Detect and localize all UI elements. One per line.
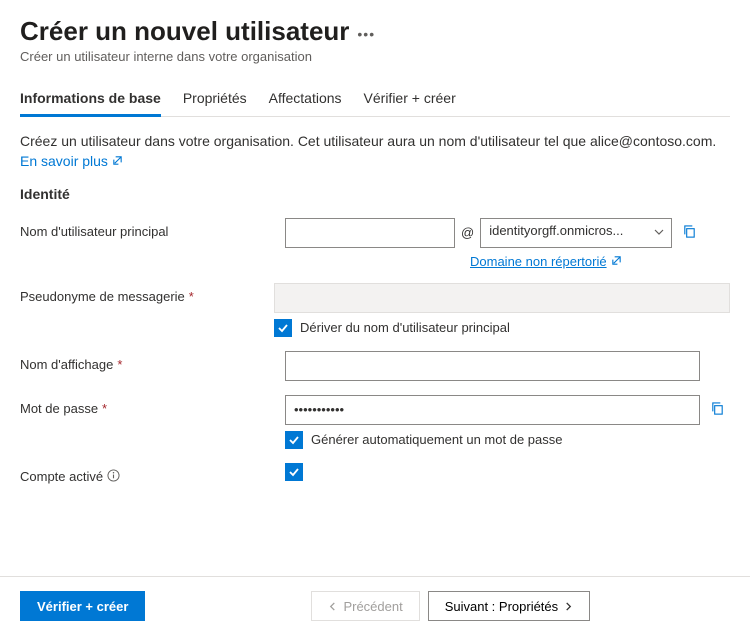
section-identity: Identité <box>20 186 730 202</box>
external-link-icon <box>611 254 622 269</box>
upn-label: Nom d'utilisateur principal <box>20 218 285 239</box>
footer-bar: Vérifier + créer Précédent Suivant : Pro… <box>0 576 750 635</box>
mailnick-derive-label: Dériver du nom d'utilisateur principal <box>300 320 510 335</box>
displayname-label: Nom d'affichage <box>20 357 113 372</box>
mailnick-label: Pseudonyme de messagerie <box>20 289 185 304</box>
chevron-right-icon <box>564 599 573 614</box>
previous-button: Précédent <box>311 591 419 621</box>
password-autogen-checkbox[interactable] <box>285 431 303 449</box>
tab-review[interactable]: Vérifier + créer <box>364 82 456 116</box>
domain-select[interactable]: identityorgff.onmicros... <box>480 218 672 248</box>
tab-bar: Informations de base Propriétés Affectat… <box>20 82 730 117</box>
domain-not-listed-label: Domaine non répertorié <box>470 254 607 269</box>
tab-basics[interactable]: Informations de base <box>20 82 161 116</box>
next-label: Suivant : Propriétés <box>445 599 558 614</box>
copy-password-button[interactable] <box>706 397 729 423</box>
required-asterisk: * <box>117 357 122 372</box>
upn-input[interactable] <box>285 218 455 248</box>
previous-label: Précédent <box>343 599 402 614</box>
review-create-button[interactable]: Vérifier + créer <box>20 591 145 621</box>
domain-not-listed-link[interactable]: Domaine non répertorié <box>470 254 730 269</box>
page-title: Créer un nouvel utilisateur <box>20 16 349 47</box>
info-icon[interactable] <box>107 469 120 485</box>
required-asterisk: * <box>102 401 107 416</box>
page-subtitle: Créer un utilisateur interne dans votre … <box>20 49 730 64</box>
next-button[interactable]: Suivant : Propriétés <box>428 591 590 621</box>
copy-icon <box>710 404 725 419</box>
chevron-left-icon <box>328 599 337 614</box>
description-text: Créez un utilisateur dans votre organisa… <box>20 133 716 149</box>
mailnick-input <box>274 283 730 313</box>
description: Créez un utilisateur dans votre organisa… <box>20 131 730 172</box>
learn-more-label: En savoir plus <box>20 153 108 169</box>
copy-upn-button[interactable] <box>678 220 701 246</box>
learn-more-link[interactable]: En savoir plus <box>20 153 123 169</box>
password-label: Mot de passe <box>20 401 98 416</box>
required-asterisk: * <box>189 289 194 304</box>
more-icon[interactable]: ••• <box>357 26 375 42</box>
external-link-icon <box>112 151 123 171</box>
password-autogen-label: Générer automatiquement un mot de passe <box>311 432 562 447</box>
mailnick-derive-checkbox[interactable] <box>274 319 292 337</box>
tab-assignments[interactable]: Affectations <box>269 82 342 116</box>
at-symbol: @ <box>461 225 474 240</box>
copy-icon <box>682 227 697 242</box>
account-enabled-label: Compte activé <box>20 469 103 484</box>
tab-properties[interactable]: Propriétés <box>183 82 247 116</box>
account-enabled-checkbox[interactable] <box>285 463 303 481</box>
displayname-input[interactable] <box>285 351 700 381</box>
password-input[interactable] <box>285 395 700 425</box>
